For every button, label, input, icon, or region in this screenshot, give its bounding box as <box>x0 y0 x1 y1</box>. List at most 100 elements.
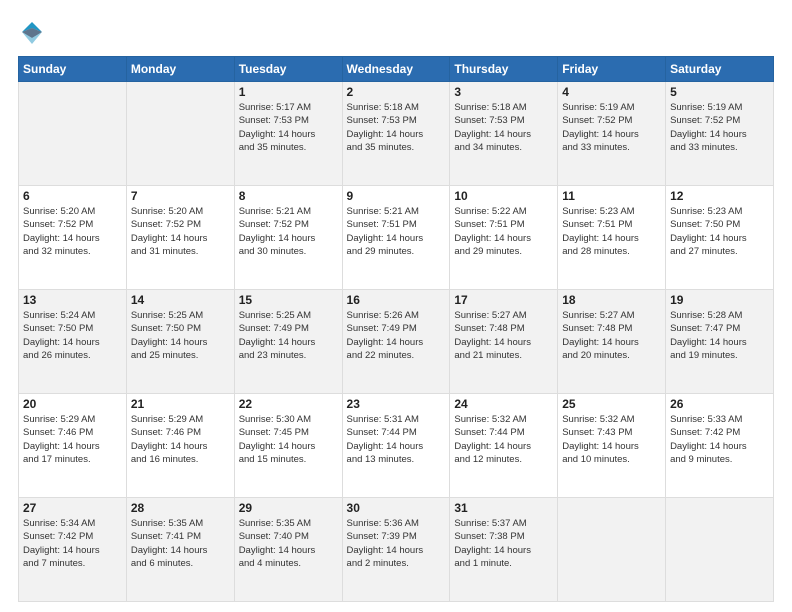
day-number: 15 <box>239 293 338 307</box>
day-number: 28 <box>131 501 230 515</box>
day-number: 4 <box>562 85 661 99</box>
calendar-cell: 30 Sunrise: 5:36 AM Sunset: 7:39 PM Dayli… <box>342 498 450 602</box>
calendar-cell <box>666 498 774 602</box>
cell-daylight-info: Sunrise: 5:28 AM Sunset: 7:47 PM Dayligh… <box>670 309 769 362</box>
calendar-cell: 23 Sunrise: 5:31 AM Sunset: 7:44 PM Dayli… <box>342 394 450 498</box>
weekday-header-sunday: Sunday <box>19 57 127 82</box>
calendar-cell: 26 Sunrise: 5:33 AM Sunset: 7:42 PM Dayli… <box>666 394 774 498</box>
weekday-header-tuesday: Tuesday <box>234 57 342 82</box>
calendar-cell: 25Sunrise: 5:32 AM Sunset: 7:43 PM Dayli… <box>558 394 666 498</box>
cell-daylight-info: Sunrise: 5:34 AM Sunset: 7:42 PM Dayligh… <box>23 517 122 570</box>
weekday-header-saturday: Saturday <box>666 57 774 82</box>
calendar-cell: 27Sunrise: 5:34 AM Sunset: 7:42 PM Dayli… <box>19 498 127 602</box>
day-number: 11 <box>562 189 661 203</box>
calendar-week-row: 13 Sunrise: 5:24 AM Sunset: 7:50 PM Dayli… <box>19 290 774 394</box>
cell-daylight-info: Sunrise: 5:18 AM Sunset: 7:53 PM Dayligh… <box>454 101 553 154</box>
calendar-cell: 31 Sunrise: 5:37 AM Sunset: 7:38 PM Dayli… <box>450 498 558 602</box>
calendar-header-row: SundayMondayTuesdayWednesdayThursdayFrid… <box>19 57 774 82</box>
day-number: 26 <box>670 397 769 411</box>
day-number: 17 <box>454 293 553 307</box>
calendar-cell: 21 Sunrise: 5:29 AM Sunset: 7:46 PM Dayli… <box>126 394 234 498</box>
cell-daylight-info: Sunrise: 5:33 AM Sunset: 7:42 PM Dayligh… <box>670 413 769 466</box>
calendar-cell: 16 Sunrise: 5:26 AM Sunset: 7:49 PM Dayli… <box>342 290 450 394</box>
calendar-cell: 15 Sunrise: 5:25 AM Sunset: 7:49 PM Dayli… <box>234 290 342 394</box>
weekday-header-thursday: Thursday <box>450 57 558 82</box>
calendar-cell: 17Sunrise: 5:27 AM Sunset: 7:48 PM Dayli… <box>450 290 558 394</box>
calendar-cell <box>558 498 666 602</box>
cell-daylight-info: Sunrise: 5:37 AM Sunset: 7:38 PM Dayligh… <box>454 517 553 570</box>
calendar-cell <box>19 82 127 186</box>
cell-daylight-info: Sunrise: 5:21 AM Sunset: 7:51 PM Dayligh… <box>347 205 446 258</box>
calendar-week-row: 27Sunrise: 5:34 AM Sunset: 7:42 PM Dayli… <box>19 498 774 602</box>
calendar-cell: 6Sunrise: 5:20 AM Sunset: 7:52 PM Daylig… <box>19 186 127 290</box>
cell-daylight-info: Sunrise: 5:23 AM Sunset: 7:51 PM Dayligh… <box>562 205 661 258</box>
page: SundayMondayTuesdayWednesdayThursdayFrid… <box>0 0 792 612</box>
day-number: 14 <box>131 293 230 307</box>
calendar-cell <box>126 82 234 186</box>
calendar-week-row: 6Sunrise: 5:20 AM Sunset: 7:52 PM Daylig… <box>19 186 774 290</box>
cell-daylight-info: Sunrise: 5:17 AM Sunset: 7:53 PM Dayligh… <box>239 101 338 154</box>
day-number: 19 <box>670 293 769 307</box>
calendar-week-row: 1 Sunrise: 5:17 AM Sunset: 7:53 PM Daylig… <box>19 82 774 186</box>
day-number: 1 <box>239 85 338 99</box>
cell-daylight-info: Sunrise: 5:35 AM Sunset: 7:41 PM Dayligh… <box>131 517 230 570</box>
cell-daylight-info: Sunrise: 5:27 AM Sunset: 7:48 PM Dayligh… <box>562 309 661 362</box>
calendar-cell: 28 Sunrise: 5:35 AM Sunset: 7:41 PM Dayli… <box>126 498 234 602</box>
day-number: 29 <box>239 501 338 515</box>
cell-daylight-info: Sunrise: 5:36 AM Sunset: 7:39 PM Dayligh… <box>347 517 446 570</box>
calendar-cell: 12Sunrise: 5:23 AM Sunset: 7:50 PM Dayli… <box>666 186 774 290</box>
cell-daylight-info: Sunrise: 5:29 AM Sunset: 7:46 PM Dayligh… <box>23 413 122 466</box>
calendar-cell: 2Sunrise: 5:18 AM Sunset: 7:53 PM Daylig… <box>342 82 450 186</box>
cell-daylight-info: Sunrise: 5:30 AM Sunset: 7:45 PM Dayligh… <box>239 413 338 466</box>
cell-daylight-info: Sunrise: 5:20 AM Sunset: 7:52 PM Dayligh… <box>23 205 122 258</box>
calendar-table: SundayMondayTuesdayWednesdayThursdayFrid… <box>18 56 774 602</box>
calendar-cell: 24Sunrise: 5:32 AM Sunset: 7:44 PM Dayli… <box>450 394 558 498</box>
calendar-cell: 18 Sunrise: 5:27 AM Sunset: 7:48 PM Dayli… <box>558 290 666 394</box>
weekday-header-wednesday: Wednesday <box>342 57 450 82</box>
cell-daylight-info: Sunrise: 5:32 AM Sunset: 7:43 PM Dayligh… <box>562 413 661 466</box>
cell-daylight-info: Sunrise: 5:26 AM Sunset: 7:49 PM Dayligh… <box>347 309 446 362</box>
day-number: 3 <box>454 85 553 99</box>
cell-daylight-info: Sunrise: 5:35 AM Sunset: 7:40 PM Dayligh… <box>239 517 338 570</box>
calendar-cell: 8 Sunrise: 5:21 AM Sunset: 7:52 PM Daylig… <box>234 186 342 290</box>
calendar-cell: 3 Sunrise: 5:18 AM Sunset: 7:53 PM Daylig… <box>450 82 558 186</box>
cell-daylight-info: Sunrise: 5:31 AM Sunset: 7:44 PM Dayligh… <box>347 413 446 466</box>
calendar-cell: 20Sunrise: 5:29 AM Sunset: 7:46 PM Dayli… <box>19 394 127 498</box>
cell-daylight-info: Sunrise: 5:20 AM Sunset: 7:52 PM Dayligh… <box>131 205 230 258</box>
day-number: 31 <box>454 501 553 515</box>
cell-daylight-info: Sunrise: 5:24 AM Sunset: 7:50 PM Dayligh… <box>23 309 122 362</box>
cell-daylight-info: Sunrise: 5:22 AM Sunset: 7:51 PM Dayligh… <box>454 205 553 258</box>
calendar-cell: 19 Sunrise: 5:28 AM Sunset: 7:47 PM Dayli… <box>666 290 774 394</box>
cell-daylight-info: Sunrise: 5:25 AM Sunset: 7:50 PM Dayligh… <box>131 309 230 362</box>
day-number: 2 <box>347 85 446 99</box>
calendar-cell: 5 Sunrise: 5:19 AM Sunset: 7:52 PM Daylig… <box>666 82 774 186</box>
day-number: 18 <box>562 293 661 307</box>
weekday-header-monday: Monday <box>126 57 234 82</box>
day-number: 22 <box>239 397 338 411</box>
day-number: 30 <box>347 501 446 515</box>
cell-daylight-info: Sunrise: 5:19 AM Sunset: 7:52 PM Dayligh… <box>562 101 661 154</box>
day-number: 16 <box>347 293 446 307</box>
calendar-week-row: 20Sunrise: 5:29 AM Sunset: 7:46 PM Dayli… <box>19 394 774 498</box>
calendar-cell: 10 Sunrise: 5:22 AM Sunset: 7:51 PM Dayli… <box>450 186 558 290</box>
day-number: 23 <box>347 397 446 411</box>
day-number: 10 <box>454 189 553 203</box>
day-number: 8 <box>239 189 338 203</box>
header <box>18 18 774 46</box>
cell-daylight-info: Sunrise: 5:25 AM Sunset: 7:49 PM Dayligh… <box>239 309 338 362</box>
day-number: 5 <box>670 85 769 99</box>
cell-daylight-info: Sunrise: 5:19 AM Sunset: 7:52 PM Dayligh… <box>670 101 769 154</box>
calendar-cell: 22 Sunrise: 5:30 AM Sunset: 7:45 PM Dayli… <box>234 394 342 498</box>
calendar-cell: 14 Sunrise: 5:25 AM Sunset: 7:50 PM Dayli… <box>126 290 234 394</box>
day-number: 7 <box>131 189 230 203</box>
cell-daylight-info: Sunrise: 5:29 AM Sunset: 7:46 PM Dayligh… <box>131 413 230 466</box>
cell-daylight-info: Sunrise: 5:21 AM Sunset: 7:52 PM Dayligh… <box>239 205 338 258</box>
calendar-cell: 4 Sunrise: 5:19 AM Sunset: 7:52 PM Daylig… <box>558 82 666 186</box>
day-number: 12 <box>670 189 769 203</box>
day-number: 21 <box>131 397 230 411</box>
weekday-header-friday: Friday <box>558 57 666 82</box>
day-number: 13 <box>23 293 122 307</box>
logo-icon <box>18 18 46 46</box>
day-number: 9 <box>347 189 446 203</box>
calendar-cell: 7 Sunrise: 5:20 AM Sunset: 7:52 PM Daylig… <box>126 186 234 290</box>
